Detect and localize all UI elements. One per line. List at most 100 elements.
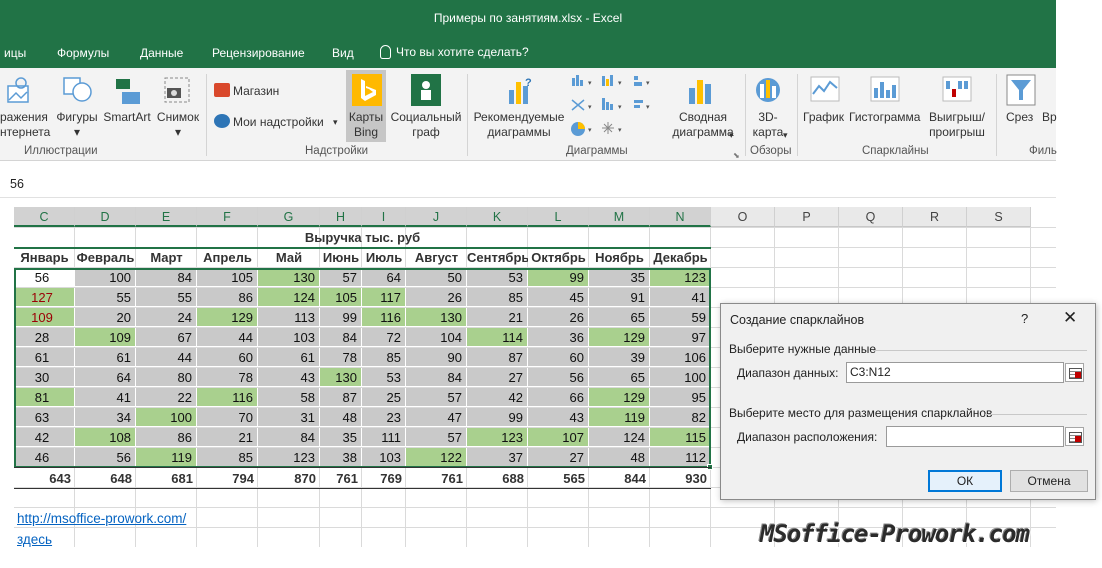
3d-map-dropdown-icon: ▾ [783,130,788,140]
recommended-charts-button[interactable]: Рекомендуемые диаграммы [470,110,568,140]
total-cell[interactable]: 870 [258,469,320,489]
my-addins-button[interactable]: Мои надстройки [233,115,324,130]
online-pictures-icon [7,77,29,103]
column-header-h[interactable]: H [320,207,362,227]
timeline-button[interactable]: Вр [1042,110,1057,125]
column-header-i[interactable]: I [362,207,406,227]
column-header-m[interactable]: M [589,207,650,227]
svg-text:▾: ▾ [588,104,592,111]
data-range-input[interactable]: C3:N12 [846,362,1064,383]
recommended-charts-label-1: Рекомендуемые [473,110,565,124]
sparkline-line-button[interactable]: График [803,110,844,125]
total-cell[interactable]: 794 [197,469,258,489]
total-cell[interactable]: 761 [320,469,362,489]
ribbon-separator [206,74,207,156]
pivot-chart-label-1: Сводная [678,110,728,124]
here-link[interactable]: здесь [17,532,52,547]
month-header: Декабрь [653,250,708,265]
total-cell[interactable]: 681 [136,469,197,489]
slicer-button[interactable]: Срез [1006,110,1033,125]
column-header-n[interactable]: N [650,207,711,227]
people-graph-button[interactable]: Социальный граф [388,110,464,140]
group-addins-label: Надстройки [305,145,369,157]
selection-range [14,268,711,468]
sparkline-winloss-label-1: Выигрыш/ [929,110,985,124]
column-header-r[interactable]: R [903,207,967,227]
column-header-c[interactable]: C [14,207,75,227]
website-link[interactable]: http://msoffice-prowork.com/ [17,511,186,526]
close-icon[interactable]: ✕ [1063,308,1077,328]
bing-maps-button[interactable]: Карты Bing [346,110,386,140]
my-addins-icon [214,114,230,128]
table-title: Выручка тыс. руб [304,230,421,245]
tell-me-box[interactable]: Что вы хотите сделать? [380,45,529,59]
total-cell[interactable]: 648 [75,469,136,489]
sparkline-winloss-button[interactable]: Выигрыш/ проигрыш [924,110,990,140]
month-header: Май [275,250,303,265]
month-header: Январь [20,250,69,265]
ribbon-separator [996,74,997,156]
column-header-d[interactable]: D [75,207,136,227]
tab-view[interactable]: Вид [332,46,354,60]
ok-button[interactable]: ОК [928,470,1002,492]
collapse-dialog-icon[interactable] [1065,427,1084,446]
formula-bar-value: 56 [10,177,24,191]
collapse-dialog-icon[interactable] [1065,363,1084,382]
column-header-o[interactable]: O [711,207,775,227]
online-pictures-label-1: ражения [0,110,48,124]
3d-map-label-1: 3D- [758,110,778,124]
svg-text:▾: ▾ [588,127,592,134]
total-cell[interactable]: 688 [467,469,528,489]
total-cell[interactable]: 844 [589,469,650,489]
dialog-title: Создание спарклайнов [730,313,865,327]
column-header-l[interactable]: L [528,207,589,227]
svg-text:▾: ▾ [618,80,622,87]
dialog-launcher-icon[interactable]: ⬊ [733,148,740,163]
month-header: Ноябрь [595,250,644,265]
column-header-q[interactable]: Q [839,207,903,227]
sparkline-column-button[interactable]: Гистограмма [849,110,920,125]
group-illustrations-label: Иллюстрации [24,145,98,157]
column-header-p[interactable]: P [775,207,839,227]
tab-data[interactable]: Данные [140,46,183,60]
tab-insert-partial[interactable]: ицы [4,46,26,60]
my-addins-dropdown-icon: ▾ [333,117,338,127]
section-divider [873,350,1087,351]
column-header-g[interactable]: G [258,207,320,227]
tab-formulas[interactable]: Формулы [57,46,109,60]
shapes-button[interactable]: Фигуры ▾ [54,110,100,140]
pivot-chart-button[interactable]: Сводная диаграмма [670,110,736,140]
total-cell[interactable]: 565 [528,469,589,489]
cancel-button[interactable]: Отмена [1010,470,1088,492]
column-header-j[interactable]: J [406,207,467,227]
month-header: Июнь [322,250,360,265]
watermark: MSoffice-Prowork.com [760,520,1030,548]
recommended-charts-icon: ? [509,77,532,104]
3d-map-button[interactable]: 3D- карта [748,110,788,140]
svg-text:▾: ▾ [646,104,650,111]
month-header: Сентябрь [467,250,528,265]
store-button[interactable]: Магазин [233,84,279,99]
column-header-e[interactable]: E [136,207,197,227]
slicer-icon [1006,74,1036,106]
group-charts-label: Диаграммы [566,145,628,157]
ribbon-separator [467,74,468,156]
column-header-s[interactable]: S [967,207,1031,227]
shapes-icon [63,77,92,102]
smartart-button[interactable]: SmartArt [100,110,154,125]
tell-me-text: Что вы хотите сделать? [396,45,529,59]
total-cell[interactable]: 761 [406,469,467,489]
column-header-k[interactable]: K [467,207,528,227]
total-cell[interactable]: 769 [362,469,406,489]
formula-bar[interactable]: 56 [0,168,1056,198]
total-cell[interactable]: 930 [650,469,711,489]
column-header-f[interactable]: F [197,207,258,227]
location-range-input[interactable] [886,426,1064,447]
help-icon[interactable]: ? [1021,311,1028,326]
online-pictures-button[interactable]: ражения нтернета [0,110,50,140]
smartart-icon [116,79,140,104]
total-cell[interactable]: 643 [14,469,75,489]
location-range-label: Диапазон расположения: [737,430,878,444]
screenshot-button[interactable]: Снимок ▾ [154,110,202,140]
tab-review[interactable]: Рецензирование [212,46,305,60]
